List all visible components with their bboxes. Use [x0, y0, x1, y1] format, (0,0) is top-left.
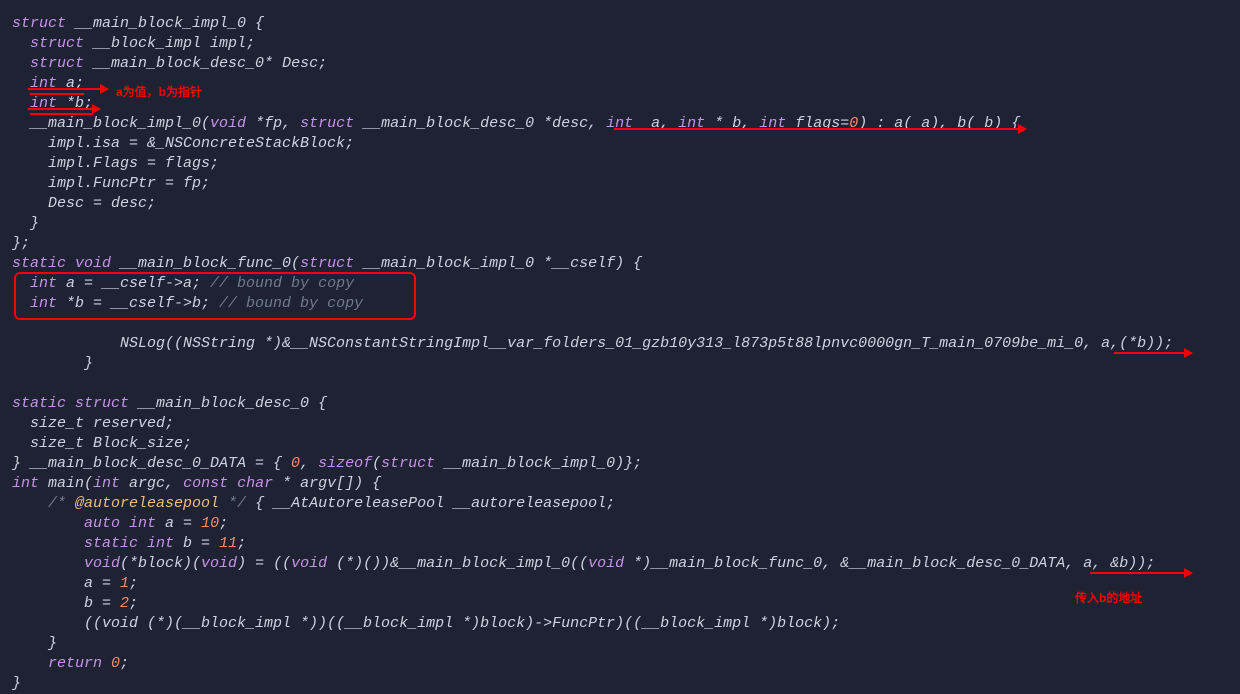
code-text: ) = (( [237, 555, 291, 572]
code-text: a = [12, 575, 120, 592]
autoreleasepool: @autoreleasepool [75, 495, 219, 512]
code-text: } [12, 675, 21, 692]
code-editor: struct __main_block_impl_0 { struct __bl… [0, 0, 1240, 694]
code-text: *fp, [246, 115, 300, 132]
kw-void: void [12, 555, 120, 572]
code-text: *b; [57, 95, 93, 115]
code-text: __main_block_impl_0 { [66, 15, 264, 32]
kw-void: void [66, 255, 111, 272]
code-text: }; [12, 235, 30, 252]
kw-int: int [138, 535, 174, 552]
code-text: } [12, 635, 57, 652]
code-text: ; [237, 535, 246, 552]
kw-int: int [93, 475, 120, 492]
code-text: } [12, 215, 39, 232]
code-text: __main_block_impl_0 *__cself) { [354, 255, 642, 272]
kw-void: void [588, 555, 624, 572]
code-text: Desc = desc; [12, 195, 156, 212]
code-text: , [300, 455, 318, 472]
code-text: __main_block_impl_0)}; [435, 455, 642, 472]
kw-struct: struct [12, 15, 66, 32]
arrow-icon [614, 128, 1026, 130]
kw-struct: struct [300, 255, 354, 272]
kw-struct: struct [66, 395, 129, 412]
code-text: { __AtAutoreleasePool __autoreleasepool; [246, 495, 615, 512]
code-text: impl.FuncPtr = fp; [12, 175, 210, 192]
code-text: impl.Flags = flags; [12, 155, 219, 172]
annotation-a-label: a为值，b为指针 [116, 82, 202, 102]
code-text: } __main_block_desc_0_DATA = { [12, 455, 291, 472]
code-text: ((void (*)(__block_impl *))((__block_imp… [12, 615, 840, 632]
comment: */ [219, 495, 246, 512]
code-text: } [12, 355, 93, 372]
code-text: ; [120, 655, 129, 672]
code-text: *)__main_block_func_0, &__main_block_des… [624, 555, 1155, 572]
code-text: * argv[]) { [273, 475, 381, 492]
code-text: a = [156, 515, 201, 532]
arrow-icon [1114, 352, 1192, 354]
kw-struct: struct [30, 55, 84, 72]
kw-void: void [210, 115, 246, 132]
kw-sizeof: sizeof [318, 455, 372, 472]
comment: /* [12, 495, 75, 512]
kw-struct: struct [300, 115, 354, 132]
kw-return: return [12, 655, 102, 672]
kw-char: char [228, 475, 273, 492]
code-text: NSLog((NSString *)&__NSConstantStringImp… [12, 335, 1173, 352]
kw-static: static [12, 255, 66, 272]
kw-int: int [120, 515, 156, 532]
code-text: __main_block_impl_0( [12, 115, 210, 132]
kw-int: int [12, 475, 39, 492]
num-literal: 2 [120, 595, 129, 612]
arrow-icon [28, 88, 108, 90]
code-text: main( [39, 475, 93, 492]
kw-int: int [30, 75, 57, 95]
kw-struct: struct [381, 455, 435, 472]
code-text: __main_block_func_0( [111, 255, 300, 272]
kw-struct: struct [30, 35, 84, 52]
code-text: size_t reserved; [12, 415, 174, 432]
code-text: __main_block_desc_0 { [129, 395, 327, 412]
code-text: b = [174, 535, 219, 552]
code-text: size_t Block_size; [12, 435, 192, 452]
num-literal: 0 [102, 655, 120, 672]
code-text: ( [372, 455, 381, 472]
kw-int: int [30, 95, 57, 115]
kw-static: static [12, 395, 66, 412]
code-block: struct __main_block_impl_0 { struct __bl… [0, 0, 1240, 694]
code-text: a; [57, 75, 84, 95]
code-text: __main_block_desc_0* Desc; [84, 55, 327, 72]
code-text: (*)())&__main_block_impl_0(( [327, 555, 588, 572]
code-text: ; [129, 575, 138, 592]
code-text: __block_impl impl; [84, 35, 255, 52]
kw-const: const [183, 475, 228, 492]
code-text: ; [219, 515, 228, 532]
num-literal: 1 [120, 575, 129, 592]
arrow-icon [1090, 572, 1192, 574]
kw-void: void [291, 555, 327, 572]
code-text: impl.isa = &_NSConcreteStackBlock; [12, 135, 354, 152]
code-text: b = [12, 595, 120, 612]
arrow-icon [28, 108, 100, 110]
kw-void: void [201, 555, 237, 572]
code-text: argc, [120, 475, 183, 492]
num-literal: 11 [219, 535, 237, 552]
kw-static: static [12, 535, 138, 552]
highlight-box [14, 272, 416, 320]
code-text: (*block)( [120, 555, 201, 572]
kw-auto: auto [12, 515, 120, 532]
annotation-b-label: 传入b的地址 [1075, 588, 1142, 608]
code-text: __main_block_desc_0 *desc, [354, 115, 606, 132]
num-literal: 10 [201, 515, 219, 532]
code-text: ; [129, 595, 138, 612]
num-literal: 0 [291, 455, 300, 472]
